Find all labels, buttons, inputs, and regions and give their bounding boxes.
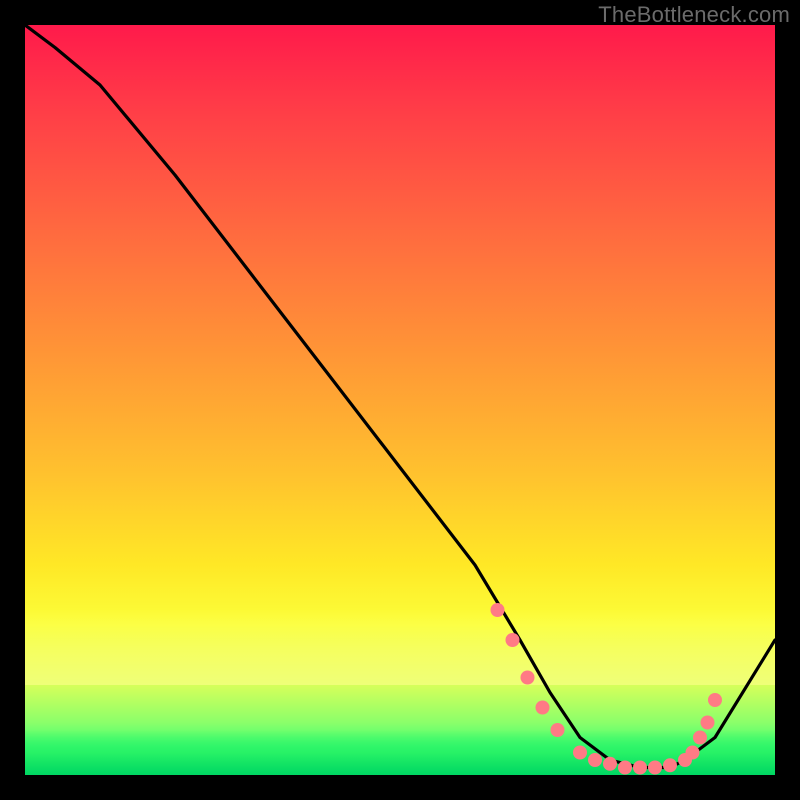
highlight-point [573, 746, 587, 760]
plot-area [25, 25, 775, 775]
bottom-green-band [25, 730, 775, 775]
highlight-point [693, 731, 707, 745]
highlight-point [618, 761, 632, 775]
highlight-point [551, 723, 565, 737]
highlight-point [648, 761, 662, 775]
highlight-point [491, 603, 505, 617]
highlight-point [678, 753, 692, 767]
highlight-point [686, 746, 700, 760]
highlight-markers [491, 603, 723, 775]
highlight-point [521, 671, 535, 685]
bottom-yellow-band [25, 610, 775, 685]
chart-frame: TheBottleneck.com [0, 0, 800, 800]
highlight-point [708, 693, 722, 707]
highlight-point [663, 758, 677, 772]
highlight-point [633, 761, 647, 775]
highlight-point [536, 701, 550, 715]
highlight-point [506, 633, 520, 647]
curve-svg [25, 25, 775, 775]
highlight-point [603, 757, 617, 771]
highlight-point [588, 753, 602, 767]
highlight-point [701, 716, 715, 730]
bottleneck-curve [25, 25, 775, 768]
